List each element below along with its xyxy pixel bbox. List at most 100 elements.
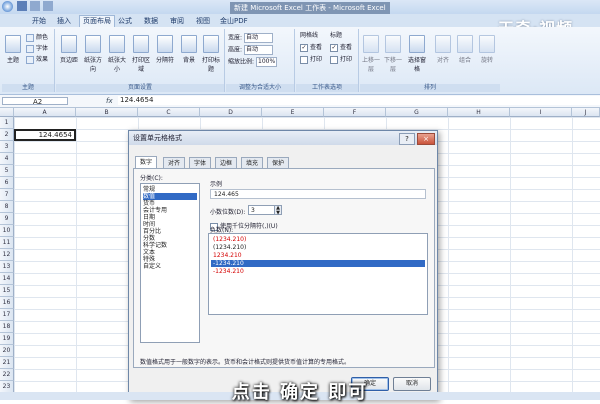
orientation-button[interactable]: 纸张方向 [84,35,102,73]
formula-input[interactable]: 124.4654 [118,96,600,105]
send-backward-button[interactable]: 下移一层 [384,35,402,73]
list-item[interactable]: 常规 [143,186,197,193]
tab-formulas[interactable]: 公式 [118,16,132,26]
rotate-button[interactable]: 旋转 [478,35,496,64]
column-header[interactable]: J [572,108,600,117]
save-icon[interactable] [17,1,27,11]
scale-input[interactable]: 100% [256,57,278,67]
negative-numbers-list[interactable]: (1234.210) (1234.210) 1234.210 -1234.210 -12… [208,233,428,315]
list-item[interactable]: 日期 [143,214,197,221]
category-list[interactable]: 常规 数值 货币 会计专用 日期 时间 百分比 分数 科学记数 文本 特殊 自定… [140,183,200,343]
headings-view-checkbox[interactable]: ✓ 查看 [330,43,352,53]
decimal-places-label: 小数位数(D): [210,209,246,216]
row-header[interactable]: 7 [0,189,14,201]
tab-pdf[interactable]: 金山PDF [220,16,248,26]
undo-icon[interactable] [30,1,40,11]
select-all-corner[interactable] [0,108,14,117]
list-item[interactable]: (1234.210) [211,236,425,243]
row-header[interactable]: 19 [0,333,14,345]
list-item[interactable]: 货币 [143,200,197,207]
effects-icon [26,55,34,64]
background-button[interactable]: 背景 [180,35,198,64]
row-header[interactable]: 10 [0,225,14,237]
list-item[interactable]: (1234.210) [211,244,425,251]
list-item[interactable]: 分数 [143,235,197,242]
list-item[interactable]: 时间 [143,221,197,228]
row-header[interactable]: 9 [0,213,14,225]
row-header[interactable]: 16 [0,297,14,309]
tab-home[interactable]: 开始 [32,16,46,26]
list-item[interactable]: -1234.210 [211,268,425,275]
help-button[interactable]: ? [399,133,415,145]
close-button[interactable]: × [417,133,435,145]
office-logo-icon[interactable] [2,1,13,12]
print-titles-button[interactable]: 打印标题 [202,35,220,73]
list-item[interactable]: 特殊 [143,256,197,263]
row-header[interactable]: 14 [0,273,14,285]
column-header[interactable]: F [324,108,386,117]
fonts-button[interactable]: 字体 [26,44,48,54]
list-item[interactable]: 科学记数 [143,242,197,249]
list-item[interactable]: 自定义 [143,263,197,270]
list-item[interactable]: 百分比 [143,228,197,235]
row-header[interactable]: 17 [0,309,14,321]
bring-forward-button[interactable]: 上移一层 [362,35,380,73]
gridlines-view-checkbox[interactable]: ✓ 查看 [300,43,322,53]
cell-a2[interactable]: 124.4654 [14,129,76,141]
decimal-stepper[interactable]: ▲ ▼ [274,205,282,216]
row-header[interactable]: 15 [0,285,14,297]
colors-button[interactable]: 颜色 [26,33,48,43]
page-setup-group-label: 页面设置 [56,84,224,92]
column-header[interactable]: A [14,108,76,117]
column-header[interactable]: B [76,108,138,117]
tab-page-layout[interactable]: 页面布局 [79,15,115,27]
column-header[interactable]: H [448,108,510,117]
row-header[interactable]: 8 [0,201,14,213]
fx-icon[interactable]: fx [106,97,113,105]
name-box[interactable]: A2 [2,97,68,106]
row-header[interactable]: 4 [0,153,14,165]
width-combo[interactable]: 自动 [244,33,274,43]
row-header[interactable]: 1 [0,117,14,129]
row-header[interactable]: 20 [0,345,14,357]
headings-print-checkbox[interactable]: 打印 [330,55,352,65]
list-item[interactable]: 文本 [143,249,197,256]
column-header[interactable]: E [262,108,324,117]
row-header[interactable]: 12 [0,249,14,261]
row-header[interactable]: 6 [0,177,14,189]
theme-button[interactable]: 主题 [4,35,22,64]
print-titles-icon [203,35,219,53]
size-button[interactable]: 纸张大小 [108,35,126,73]
list-item[interactable]: 会计专用 [143,207,197,214]
tab-data[interactable]: 数据 [144,16,158,26]
redo-icon[interactable] [43,1,53,11]
tab-insert[interactable]: 插入 [57,16,71,26]
list-item[interactable]: 1234.210 [211,252,425,259]
row-header[interactable]: 5 [0,165,14,177]
list-item[interactable]: 数值 [143,193,197,200]
column-header[interactable]: I [510,108,572,117]
column-header[interactable]: D [200,108,262,117]
row-header[interactable]: 18 [0,321,14,333]
row-header[interactable]: 11 [0,237,14,249]
sheet-options-group: 网格线 标题 ✓ 查看 ✓ 查看 打印 打印 工作表选项 [296,29,359,92]
gridlines-print-checkbox[interactable]: 打印 [300,55,322,65]
tab-view[interactable]: 视图 [196,16,210,26]
selection-pane-button[interactable]: 选择窗格 [408,35,426,73]
breaks-button[interactable]: 分隔符 [156,35,174,64]
effects-button[interactable]: 效果 [26,55,48,65]
margins-button[interactable]: 页边距 [60,35,78,64]
print-area-button[interactable]: 打印区域 [132,35,150,73]
row-header[interactable]: 2 [0,129,14,141]
column-header[interactable]: C [138,108,200,117]
row-header[interactable]: 3 [0,141,14,153]
align-button[interactable]: 对齐 [434,35,452,64]
row-header[interactable]: 13 [0,261,14,273]
row-header[interactable]: 21 [0,357,14,369]
group-button[interactable]: 组合 [456,35,474,64]
height-combo[interactable]: 自动 [244,45,274,55]
list-item[interactable]: -1234.210 [211,260,425,267]
tab-review[interactable]: 审阅 [170,16,184,26]
column-header[interactable]: G [386,108,448,117]
row-header[interactable]: 22 [0,369,14,381]
